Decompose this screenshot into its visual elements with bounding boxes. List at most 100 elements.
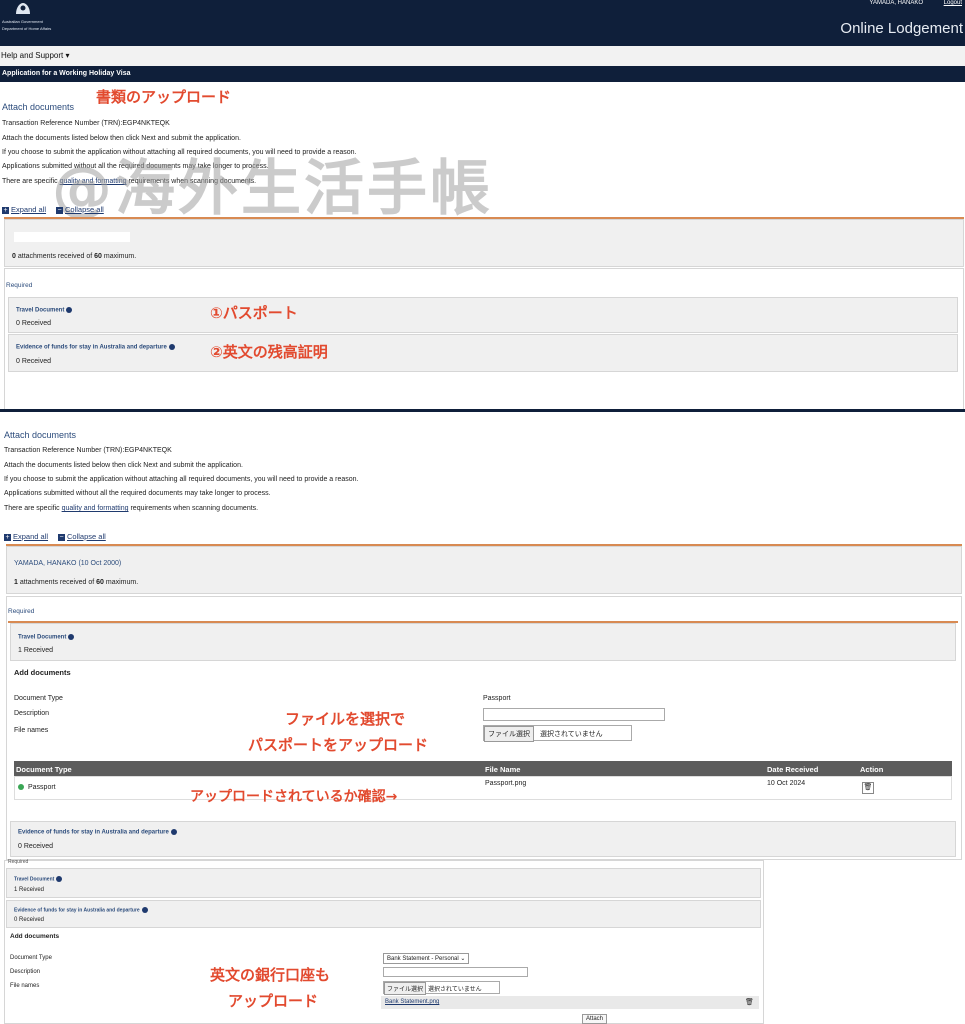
instruction-2-3: Applications submitted without all the r… [4, 490, 271, 497]
annotation-select-file: ファイルを選択で [285, 710, 406, 728]
th-document-type: Document Type [16, 765, 72, 774]
info-icon[interactable] [170, 829, 177, 835]
user-name: YAMADA, HANAKO [869, 0, 923, 6]
funds-received: 0 Received [16, 358, 52, 365]
description-label: Description [14, 710, 50, 717]
plus-icon: + [2, 206, 9, 214]
funds-row[interactable] [8, 334, 958, 372]
choose-file-button[interactable]: ファイル選択 [484, 726, 534, 742]
trn-text-2: Transaction Reference Number (TRN):EGP4N… [4, 447, 172, 454]
table-row [14, 776, 952, 800]
expand-all-button[interactable]: + Expand all [2, 205, 46, 214]
th-action: Action [860, 765, 884, 774]
plus-icon: + [4, 533, 11, 541]
help-support-menu[interactable]: Help and Support ▾ [1, 51, 70, 60]
help-bar [0, 46, 965, 66]
row-doc-type: Passport [18, 784, 56, 791]
annotation-bank-2: アップロード [228, 992, 319, 1010]
page-heading: Attach documents [2, 102, 75, 112]
quality-link-2[interactable]: quality and formatting [62, 505, 129, 512]
travel-document-row-2[interactable] [10, 623, 956, 661]
app-title-bar [0, 66, 965, 82]
file-names-label: File names [14, 727, 49, 734]
delete-trash-icon[interactable]: 🗑 [745, 998, 754, 1006]
app-title: Application for a Working Holiday Visa [2, 70, 131, 77]
coat-of-arms-icon [16, 3, 30, 14]
watermark: @海外生活手帳 [52, 154, 493, 224]
annotation-bank-balance: ②英文の残高証明 [210, 343, 328, 361]
no-file-text: 選択されていません [540, 731, 603, 738]
annotation-passport: ①パスポート [210, 304, 298, 322]
info-icon[interactable] [168, 344, 175, 350]
required-label: Required [6, 282, 33, 289]
applicant-section [4, 219, 964, 267]
doc-type-label: Document Type [14, 695, 63, 702]
travel-document-title[interactable]: Travel Document [16, 307, 73, 314]
travel-document-title-3[interactable]: Travel Document [14, 876, 63, 882]
expand-all-button-2[interactable]: + Expand all [4, 532, 48, 541]
description-input[interactable] [483, 708, 665, 721]
description-input-3[interactable] [383, 967, 528, 977]
info-icon[interactable] [68, 634, 75, 640]
required-label-2: Required [8, 608, 35, 615]
collapse-all-button-2[interactable]: − Collapse all [58, 532, 106, 541]
panel-separator [0, 409, 965, 412]
trn-text: Transaction Reference Number (TRN):EGP4N… [2, 120, 170, 127]
funds-row-3[interactable] [6, 900, 761, 928]
gov-name: Australian Government [2, 19, 43, 24]
instruction-2-2: If you choose to submit the application … [4, 476, 359, 483]
description-label-3: Description [10, 969, 41, 975]
funds-title-3[interactable]: Evidence of funds for stay in Australia … [14, 907, 148, 913]
choose-file-button-3[interactable]: ファイル選択 [384, 982, 427, 995]
travel-received-2: 1 Received [18, 647, 54, 654]
annotation-confirm: アップロードされているか確認→ [190, 789, 398, 805]
funds-received-2: 0 Received [18, 843, 54, 850]
funds-title[interactable]: Evidence of funds for stay in Australia … [16, 344, 175, 351]
logout-link[interactable]: Logout [944, 0, 962, 6]
attach-button[interactable]: Attach [582, 1014, 608, 1024]
travel-document-title-2[interactable]: Travel Document [18, 634, 75, 641]
applicant-section-2 [6, 546, 962, 594]
applicant-name[interactable]: YAMADA, HANAKO (10 Oct 2000) [14, 560, 121, 567]
attached-file-link[interactable]: Bank Statement.png [385, 999, 439, 1005]
minus-icon: − [58, 533, 65, 541]
annotation-upload-passport: パスポートをアップロード [248, 736, 429, 754]
info-icon[interactable] [56, 876, 63, 882]
travel-received: 0 Received [16, 320, 52, 327]
chevron-down-icon: ⌄ [460, 956, 466, 962]
funds-row-2[interactable] [10, 821, 956, 857]
row-date: 10 Oct 2024 [767, 780, 806, 787]
info-icon[interactable] [141, 907, 148, 913]
annotation-upload: 書類のアップロード [96, 88, 232, 106]
minus-icon: − [56, 206, 63, 214]
file-names-label-3: File names [10, 983, 40, 989]
annotation-bank-1: 英文の銀行口座も [210, 966, 331, 984]
travel-received-3: 1 Received [14, 887, 45, 893]
applicant-name-redacted [14, 232, 130, 242]
funds-received-3: 0 Received [14, 917, 45, 923]
top-header [0, 0, 965, 46]
th-file-name: File Name [485, 765, 521, 774]
row-file-name: Passport.png [485, 780, 527, 787]
add-documents-heading-3: Add documents [10, 933, 60, 940]
attachments-summary: 0 attachments received of 60 maximum. [12, 253, 137, 260]
dept-name: Department of Home Affairs [2, 26, 52, 31]
collapse-all-button[interactable]: − Collapse all [56, 205, 104, 214]
th-date-received: Date Received [767, 765, 819, 774]
required-label-3: Required [8, 859, 29, 865]
instruction-2-1: Attach the documents listed below then c… [4, 462, 243, 469]
online-lodgement-title: Online Lodgement [840, 20, 963, 37]
travel-document-row-3[interactable] [6, 868, 761, 898]
add-documents-heading: Add documents [14, 668, 71, 677]
attachments-summary-2: 1 attachments received of 60 maximum. [14, 579, 139, 586]
funds-title-2[interactable]: Evidence of funds for stay in Australia … [18, 829, 177, 836]
doc-type-select[interactable]: Bank Statement - Personal ⌄ [383, 953, 470, 964]
travel-document-row[interactable] [8, 297, 958, 333]
instruction-2-4: There are specific quality and formattin… [4, 505, 259, 512]
status-check-icon [18, 784, 24, 791]
doc-type-value[interactable]: Passport [483, 695, 511, 702]
doc-type-label-3: Document Type [10, 955, 52, 961]
delete-trash-icon[interactable]: 🗑 [862, 782, 874, 794]
page-heading-2: Attach documents [4, 430, 77, 440]
info-icon[interactable] [66, 307, 73, 313]
